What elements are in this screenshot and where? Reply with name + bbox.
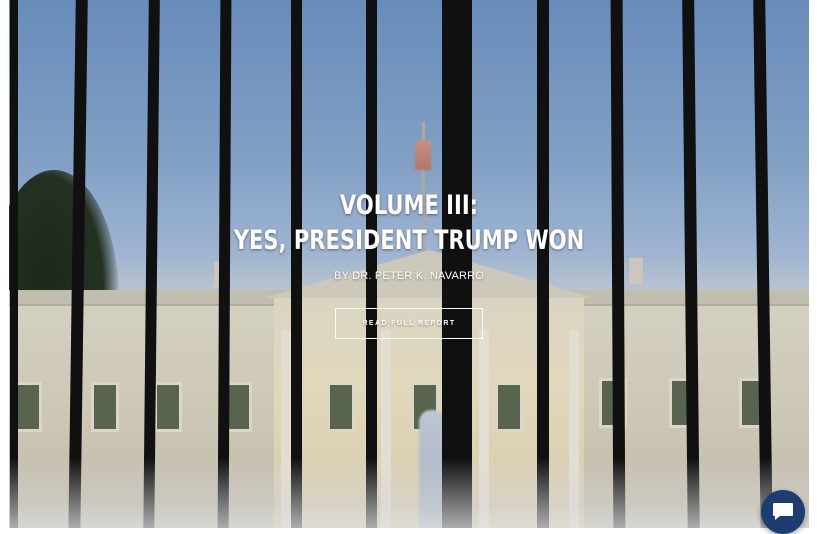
chat-bubble-icon (773, 503, 793, 520)
hero-content: VOLUME III: YES, PRESIDENT TRUMP WON BY … (9, 188, 809, 339)
hero-banner: VOLUME III: YES, PRESIDENT TRUMP WON BY … (9, 0, 809, 528)
chat-widget-button[interactable] (761, 490, 805, 534)
author-byline: BY DR. PETER K. NAVARRO (333, 270, 485, 282)
hero-title-line1: VOLUME III: (339, 190, 479, 221)
hero-title-line2: YES, PRESIDENT TRUMP WON (233, 225, 585, 256)
hero-title: VOLUME III: YES, PRESIDENT TRUMP WON (97, 188, 721, 258)
read-full-report-button[interactable]: READ FULL REPORT (335, 308, 483, 339)
